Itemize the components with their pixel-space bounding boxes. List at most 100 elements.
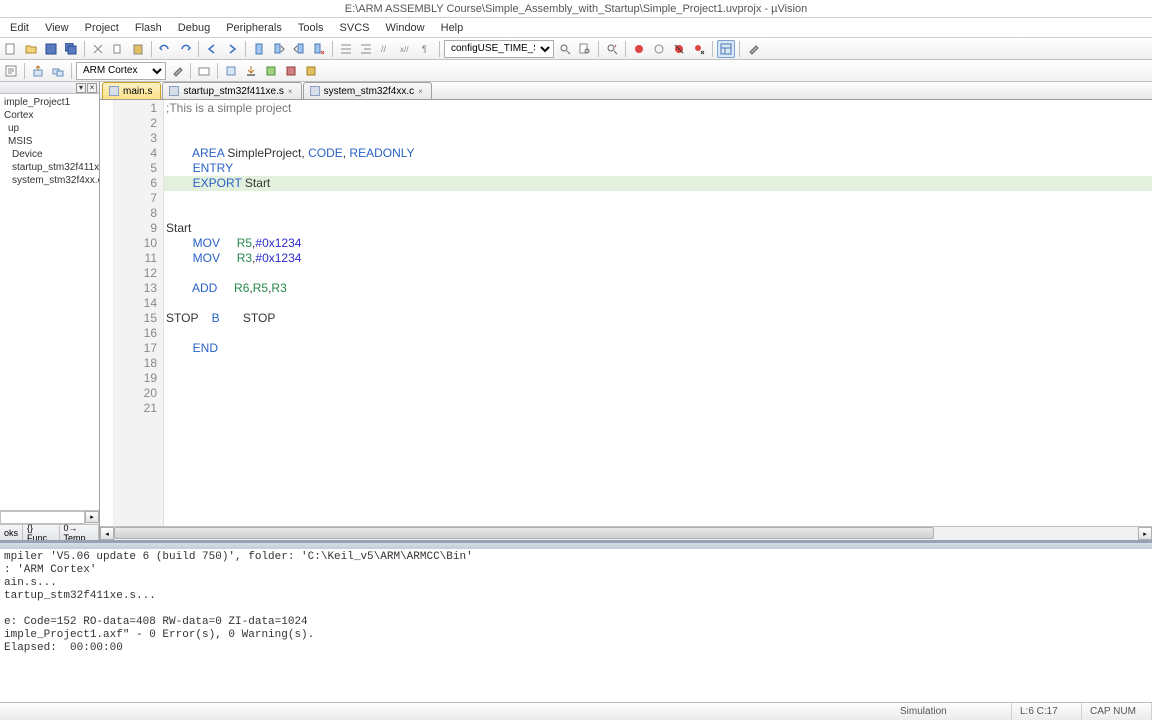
breakpoint-button[interactable]: [650, 40, 668, 58]
project-tab-strip: oks{} Func...0→ Temp...: [0, 524, 99, 540]
file-icon: [310, 86, 320, 96]
svg-text://: //: [381, 44, 387, 54]
file-tab[interactable]: system_stm32f4xx.c×: [303, 82, 432, 99]
menu-debug[interactable]: Debug: [170, 20, 218, 36]
build-output-text[interactable]: mpiler 'V5.06 update 6 (build 750)', fol…: [0, 549, 1152, 702]
menu-tools[interactable]: Tools: [290, 20, 332, 36]
find-in-files-button[interactable]: [576, 40, 594, 58]
editor-hscroll[interactable]: ◂ ▸: [100, 526, 1152, 540]
stop-build-button[interactable]: [282, 62, 300, 80]
close-icon[interactable]: ×: [418, 87, 423, 96]
paste-button[interactable]: [129, 40, 147, 58]
project-tree[interactable]: imple_Project1CortexupMSISDevicestartup_…: [0, 94, 99, 510]
tree-item[interactable]: startup_stm32f411xe.s (Sta: [0, 161, 99, 174]
configure-button[interactable]: [744, 40, 762, 58]
nav-back-button[interactable]: [203, 40, 221, 58]
tree-item[interactable]: up: [0, 122, 99, 135]
scroll-right-icon[interactable]: ▸: [85, 511, 99, 523]
options-button[interactable]: [168, 62, 186, 80]
tree-item[interactable]: MSIS: [0, 135, 99, 148]
project-panel-header: ▾ ×: [0, 82, 99, 94]
menu-edit[interactable]: Edit: [2, 20, 37, 36]
breakpoint-disable-button[interactable]: [670, 40, 688, 58]
line-number-gutter: 123456789101112131415161718192021: [114, 100, 164, 526]
breakpoint-margin[interactable]: [100, 100, 114, 526]
code-editor[interactable]: 123456789101112131415161718192021 ;This …: [100, 100, 1152, 526]
window-titlebar: E:\ARM ASSEMBLY Course\Simple_Assembly_w…: [0, 0, 1152, 18]
status-simulation: Simulation: [892, 703, 1012, 720]
main-toolbar: // x// ¶ configUSE_TIME_SLICING: [0, 38, 1152, 60]
project-panel-tab[interactable]: oks: [0, 525, 23, 540]
panel-pin-icon[interactable]: ▾: [76, 83, 86, 93]
save-file-button[interactable]: [42, 40, 60, 58]
menubar: EditViewProjectFlashDebugPeripheralsTool…: [0, 18, 1152, 38]
status-cursor-pos: L:6 C:17: [1012, 703, 1082, 720]
rebuild-button[interactable]: [49, 62, 67, 80]
bookmark-button[interactable]: [250, 40, 268, 58]
file-tab-label: startup_stm32f411xe.s: [183, 86, 283, 97]
indent-button[interactable]: [337, 40, 355, 58]
file-tab-label: main.s: [123, 86, 152, 97]
breakpoint-kill-button[interactable]: [690, 40, 708, 58]
menu-peripherals[interactable]: Peripherals: [218, 20, 290, 36]
tree-item[interactable]: imple_Project1: [0, 96, 99, 109]
file-tab-label: system_stm32f4xx.c: [324, 86, 415, 97]
file-tab[interactable]: main.s: [102, 82, 161, 99]
tree-item[interactable]: system_stm32f4xx.c (Start: [0, 174, 99, 187]
file-tab-strip: main.sstartup_stm32f411xe.s×system_stm32…: [100, 82, 1152, 100]
download-button[interactable]: [242, 62, 260, 80]
build-toolbar: ARM Cortex: [0, 60, 1152, 82]
close-icon[interactable]: ×: [288, 87, 293, 96]
menu-help[interactable]: Help: [433, 20, 472, 36]
undo-button[interactable]: [156, 40, 174, 58]
panel-close-icon[interactable]: ×: [87, 83, 97, 93]
bookmark-next-button[interactable]: [270, 40, 288, 58]
target-combo[interactable]: ARM Cortex: [76, 62, 166, 80]
batch-build-button[interactable]: [222, 62, 240, 80]
code-content[interactable]: ;This is a simple project AREA SimplePro…: [164, 100, 1152, 526]
save-all-button[interactable]: [62, 40, 80, 58]
copy-button[interactable]: [109, 40, 127, 58]
uncomment-button[interactable]: x//: [397, 40, 415, 58]
statusbar: Simulation L:6 C:17 CAP NUM: [0, 702, 1152, 720]
menu-flash[interactable]: Flash: [127, 20, 170, 36]
window-title: E:\ARM ASSEMBLY Course\Simple_Assembly_w…: [345, 3, 807, 15]
menu-svcs[interactable]: SVCS: [332, 20, 378, 36]
open-file-button[interactable]: [22, 40, 40, 58]
new-file-button[interactable]: [2, 40, 20, 58]
svg-text:¶: ¶: [422, 44, 427, 54]
project-panel: ▾ × imple_Project1CortexupMSISDevicestar…: [0, 82, 100, 540]
find-combo[interactable]: configUSE_TIME_SLICING: [444, 40, 554, 58]
tree-item[interactable]: Device: [0, 148, 99, 161]
svg-text:x//: x//: [400, 45, 409, 54]
translate-button[interactable]: [2, 62, 20, 80]
nav-forward-button[interactable]: [223, 40, 241, 58]
manage-button[interactable]: [195, 62, 213, 80]
whitespace-button[interactable]: ¶: [417, 40, 435, 58]
comment-button[interactable]: //: [377, 40, 395, 58]
debug-config-button[interactable]: [603, 40, 621, 58]
file-tab[interactable]: startup_stm32f411xe.s ×: [162, 82, 301, 99]
build-output-panel: mpiler 'V5.06 update 6 (build 750)', fol…: [0, 540, 1152, 702]
main-area: ▾ × imple_Project1CortexupMSISDevicestar…: [0, 82, 1152, 540]
status-caps: CAP NUM: [1082, 703, 1152, 720]
project-panel-tab[interactable]: 0→ Temp...: [60, 525, 99, 540]
tree-item[interactable]: Cortex: [0, 109, 99, 122]
menu-view[interactable]: View: [37, 20, 77, 36]
scroll-right-icon[interactable]: ▸: [1138, 527, 1152, 540]
debug-start-button[interactable]: [630, 40, 648, 58]
build-button[interactable]: [29, 62, 47, 80]
outdent-button[interactable]: [357, 40, 375, 58]
menu-window[interactable]: Window: [378, 20, 433, 36]
find-button[interactable]: [556, 40, 574, 58]
scroll-left-icon[interactable]: ◂: [100, 527, 114, 540]
pack-button[interactable]: [262, 62, 280, 80]
batch-button[interactable]: [302, 62, 320, 80]
project-panel-tab[interactable]: {} Func...: [23, 525, 60, 540]
cut-button[interactable]: [89, 40, 107, 58]
bookmark-clear-button[interactable]: [310, 40, 328, 58]
menu-project[interactable]: Project: [77, 20, 127, 36]
bookmark-prev-button[interactable]: [290, 40, 308, 58]
redo-button[interactable]: [176, 40, 194, 58]
window-layout-button[interactable]: [717, 40, 735, 58]
